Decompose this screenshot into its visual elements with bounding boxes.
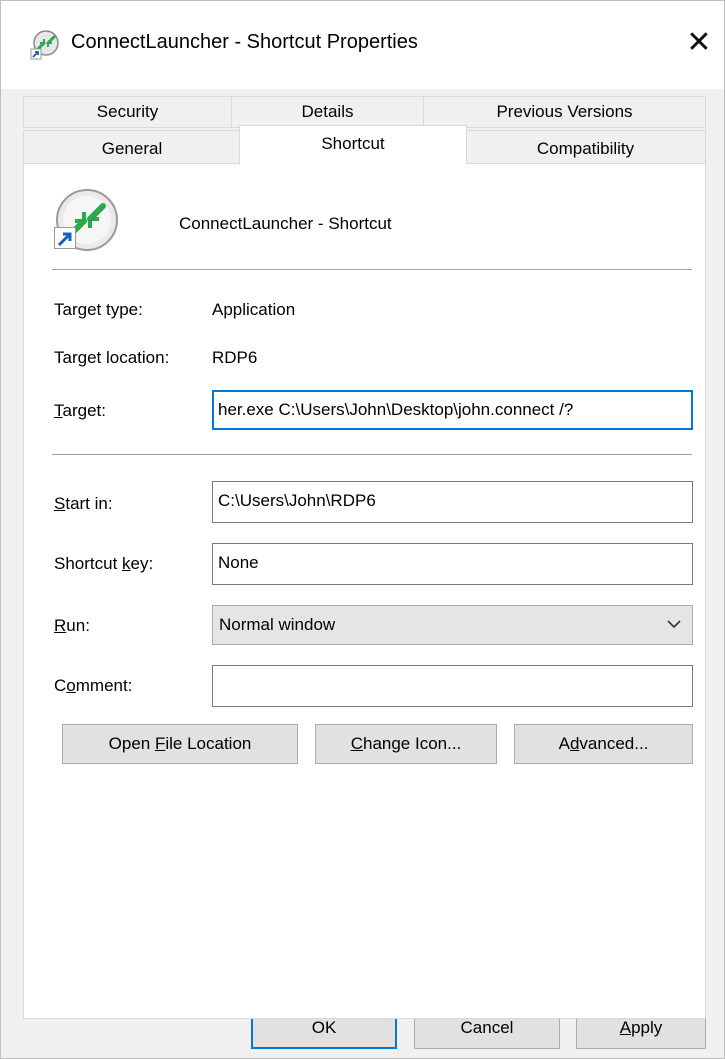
button-text: ile Location	[165, 734, 252, 753]
remote-desktop-icon	[30, 30, 59, 60]
mnemonic: F	[154, 734, 166, 753]
label-text: mment:	[75, 676, 133, 695]
separator	[52, 454, 692, 455]
comment-input[interactable]	[212, 665, 693, 707]
tab-label: Shortcut	[321, 134, 385, 153]
close-button[interactable]: ✕	[681, 25, 717, 61]
tab-security[interactable]: Security	[23, 96, 232, 128]
shortcut-key-value: None	[218, 553, 259, 572]
run-label: Run:	[54, 616, 90, 636]
tab-label: General	[101, 139, 163, 158]
label-text: C	[54, 676, 67, 695]
target-location-value: RDP6	[212, 348, 258, 367]
label-text: ey:	[130, 554, 154, 573]
mnemonic: R	[54, 616, 67, 635]
run-dropdown[interactable]: Normal window	[212, 605, 693, 645]
label-text: un:	[66, 616, 90, 635]
target-input[interactable]: her.exe C:\Users\John\Desktop\john.conne…	[212, 390, 693, 430]
window-title: ConnectLauncher - Shortcut Properties	[71, 31, 418, 53]
mnemonic: d	[569, 734, 580, 753]
mnemonic: o	[66, 676, 76, 695]
target-type-label: Target type:	[54, 300, 143, 319]
button-text: hange Icon...	[362, 734, 462, 753]
shortcut-key-label: Shortcut key:	[54, 554, 153, 574]
button-text: A	[558, 734, 570, 753]
tab-label: Details	[301, 102, 354, 121]
label-text: arget:	[62, 401, 106, 420]
mnemonic: k	[122, 554, 131, 573]
shortcut-tab-panel: ConnectLauncher - Shortcut Target type: …	[23, 163, 706, 1019]
tab-compatibility[interactable]: Compatibility	[465, 130, 706, 164]
button-text: Cancel	[460, 1018, 514, 1037]
mnemonic: T	[54, 401, 63, 420]
tab-details[interactable]: Details	[231, 96, 424, 128]
start-in-input-value: C:\Users\John\RDP6	[218, 491, 376, 510]
mnemonic: A	[619, 1018, 632, 1037]
button-text: OK	[311, 1018, 337, 1037]
chevron-down-icon	[667, 620, 681, 629]
target-input-value: her.exe C:\Users\John\Desktop\john.conne…	[218, 400, 574, 419]
label-text: Shortcut	[54, 554, 123, 573]
target-location-label: Target location:	[54, 348, 170, 367]
tab-shortcut[interactable]: Shortcut	[239, 125, 467, 165]
target-label: Target:	[54, 401, 106, 421]
close-icon: ✕	[686, 26, 712, 59]
shortcut-key-input[interactable]: None	[212, 543, 693, 585]
tab-label: Security	[96, 102, 159, 121]
button-text: pply	[631, 1018, 663, 1037]
mnemonic: S	[54, 494, 66, 513]
start-in-label: Start in:	[54, 494, 113, 514]
change-icon-button[interactable]: Change Icon...	[315, 724, 497, 764]
tab-label: Compatibility	[536, 139, 635, 158]
advanced-button[interactable]: Advanced...	[514, 724, 693, 764]
run-dropdown-value: Normal window	[219, 615, 336, 634]
label-text: tart in:	[65, 494, 113, 513]
comment-label: Comment:	[54, 676, 132, 696]
button-text: Open	[108, 734, 155, 753]
tab-general[interactable]: General	[23, 130, 241, 164]
shortcut-arrow-icon	[54, 227, 76, 249]
separator	[52, 269, 692, 270]
button-text: vanced...	[579, 734, 649, 753]
title-bar: ConnectLauncher - Shortcut Properties ✕	[1, 1, 724, 89]
tab-label: Previous Versions	[496, 102, 633, 121]
mnemonic: C	[350, 734, 363, 753]
open-file-location-button[interactable]: Open File Location	[62, 724, 298, 764]
target-type-value: Application	[212, 300, 296, 319]
tab-previous-versions[interactable]: Previous Versions	[423, 96, 706, 128]
shortcut-name: ConnectLauncher - Shortcut	[179, 214, 392, 233]
properties-dialog: ConnectLauncher - Shortcut Properties ✕ …	[0, 0, 725, 1059]
start-in-input[interactable]: C:\Users\John\RDP6	[212, 481, 693, 523]
